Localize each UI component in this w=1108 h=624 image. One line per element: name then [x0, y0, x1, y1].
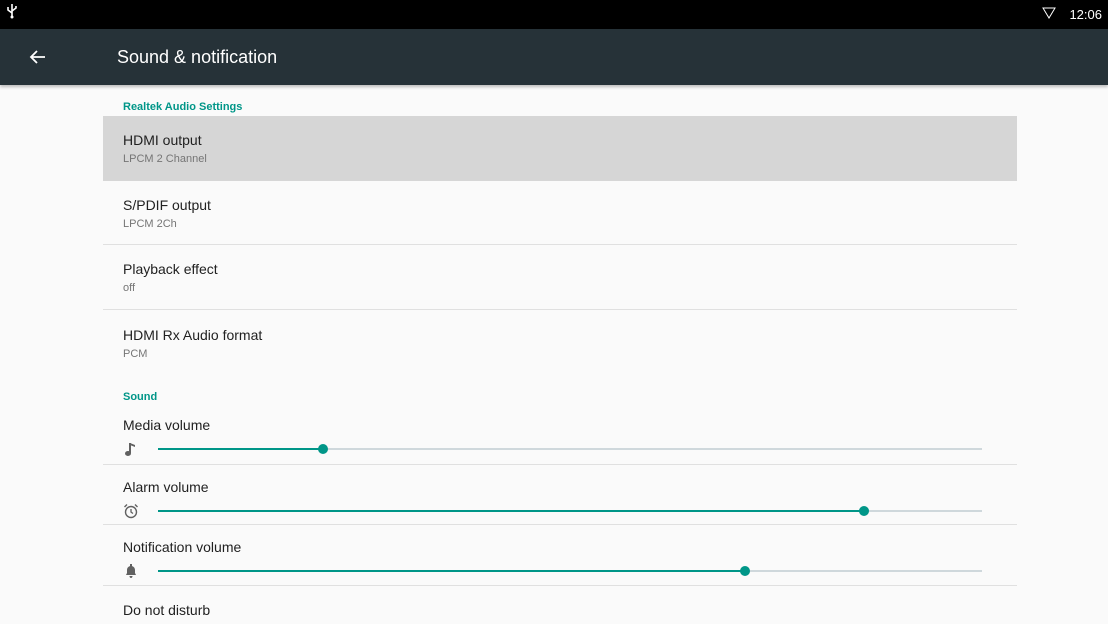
pref-do-not-disturb[interactable]: Do not disturb — [103, 586, 1017, 624]
media-volume-slider[interactable] — [158, 444, 982, 454]
slider-thumb[interactable] — [739, 566, 750, 576]
pref-notification-volume: Notification volume — [103, 525, 1017, 586]
bell-icon — [126, 564, 136, 578]
pref-media-volume: Media volume — [103, 403, 1017, 465]
pref-playback-effect[interactable]: Playback effect off — [103, 245, 1017, 310]
notification-volume-slider[interactable] — [158, 566, 982, 576]
wifi-icon — [1042, 7, 1056, 19]
music-note-icon — [125, 443, 135, 456]
pref-title: HDMI Rx Audio format — [123, 327, 263, 343]
slider-thumb[interactable] — [859, 506, 870, 516]
pref-hdmi-rx-audio-format[interactable]: HDMI Rx Audio format PCM — [103, 310, 1017, 380]
pref-summary: LPCM 2Ch — [123, 218, 177, 230]
pref-spdif-output[interactable]: S/PDIF output LPCM 2Ch — [103, 181, 1017, 245]
slider-thumb[interactable] — [317, 444, 328, 454]
page-title: Sound & notification — [117, 47, 278, 67]
pref-title: Playback effect — [123, 261, 218, 277]
status-bar: 12:06 — [0, 0, 1108, 29]
pref-summary: off — [123, 282, 136, 294]
pref-alarm-volume: Alarm volume — [103, 465, 1017, 525]
alarm-clock-icon — [124, 504, 138, 519]
pref-title: HDMI output — [123, 132, 202, 148]
category-header-sound: Sound — [123, 391, 158, 403]
pref-title: Alarm volume — [123, 479, 209, 495]
pref-hdmi-output[interactable]: HDMI output LPCM 2 Channel — [103, 116, 1017, 181]
usb-icon — [7, 4, 17, 19]
arrow-left-icon[interactable] — [28, 47, 48, 67]
pref-title: Do not disturb — [123, 602, 211, 618]
slider-fill — [158, 448, 323, 450]
toolbar: Sound & notification — [0, 29, 1108, 85]
category-header-realtek: Realtek Audio Settings — [123, 101, 243, 113]
pref-title: Notification volume — [123, 539, 242, 555]
pref-summary: LPCM 2 Channel — [123, 153, 207, 165]
pref-title: S/PDIF output — [123, 197, 211, 213]
pref-title: Media volume — [123, 417, 211, 433]
slider-fill — [158, 570, 745, 572]
slider-fill — [158, 510, 865, 512]
alarm-volume-slider[interactable] — [158, 506, 982, 516]
clock: 12:06 — [1069, 7, 1102, 22]
pref-summary: PCM — [123, 348, 148, 360]
